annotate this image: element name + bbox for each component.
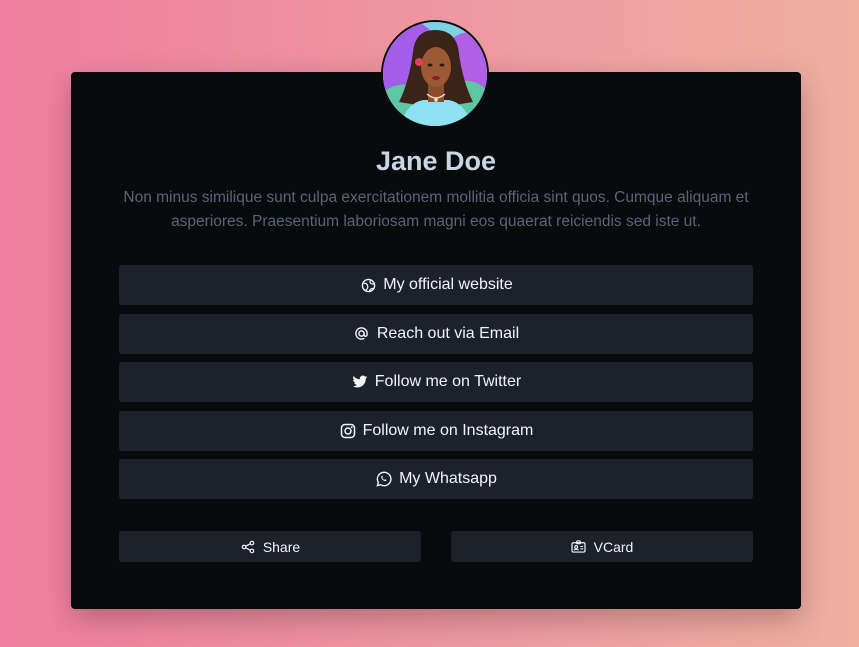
website-link-label: My official website [383, 276, 513, 293]
twitter-link-label: Follow me on Twitter [374, 373, 522, 390]
profile-bio: Non minus similique sunt culpa exercitat… [123, 189, 749, 230]
avatar [381, 20, 489, 128]
links-list: My official website Reach out via Email … [119, 265, 753, 508]
id-card-icon [571, 539, 587, 555]
twitter-icon [351, 373, 369, 391]
share-icon [240, 539, 256, 555]
vcard-label: VCard [593, 538, 634, 555]
instagram-icon [339, 422, 357, 440]
whatsapp-link-button[interactable]: My Whatsapp [119, 459, 753, 499]
profile-name: Jane Doe [375, 146, 497, 176]
actions-bar: Share VCard [119, 531, 753, 562]
globe-icon [359, 276, 377, 294]
whatsapp-icon [375, 470, 393, 488]
website-link-button[interactable]: My official website [119, 265, 753, 305]
twitter-link-button[interactable]: Follow me on Twitter [119, 362, 753, 402]
instagram-link-label: Follow me on Instagram [362, 421, 534, 439]
whatsapp-link-label: My Whatsapp [399, 470, 497, 487]
at-icon [353, 325, 371, 343]
share-button[interactable]: Share [119, 531, 421, 562]
email-link-button[interactable]: Reach out via Email [119, 313, 753, 354]
email-link-label: Reach out via Email [376, 324, 520, 342]
share-label: Share [262, 538, 301, 555]
vcard-button[interactable]: VCard [451, 531, 753, 562]
instagram-link-button[interactable]: Follow me on Instagram [119, 410, 753, 451]
